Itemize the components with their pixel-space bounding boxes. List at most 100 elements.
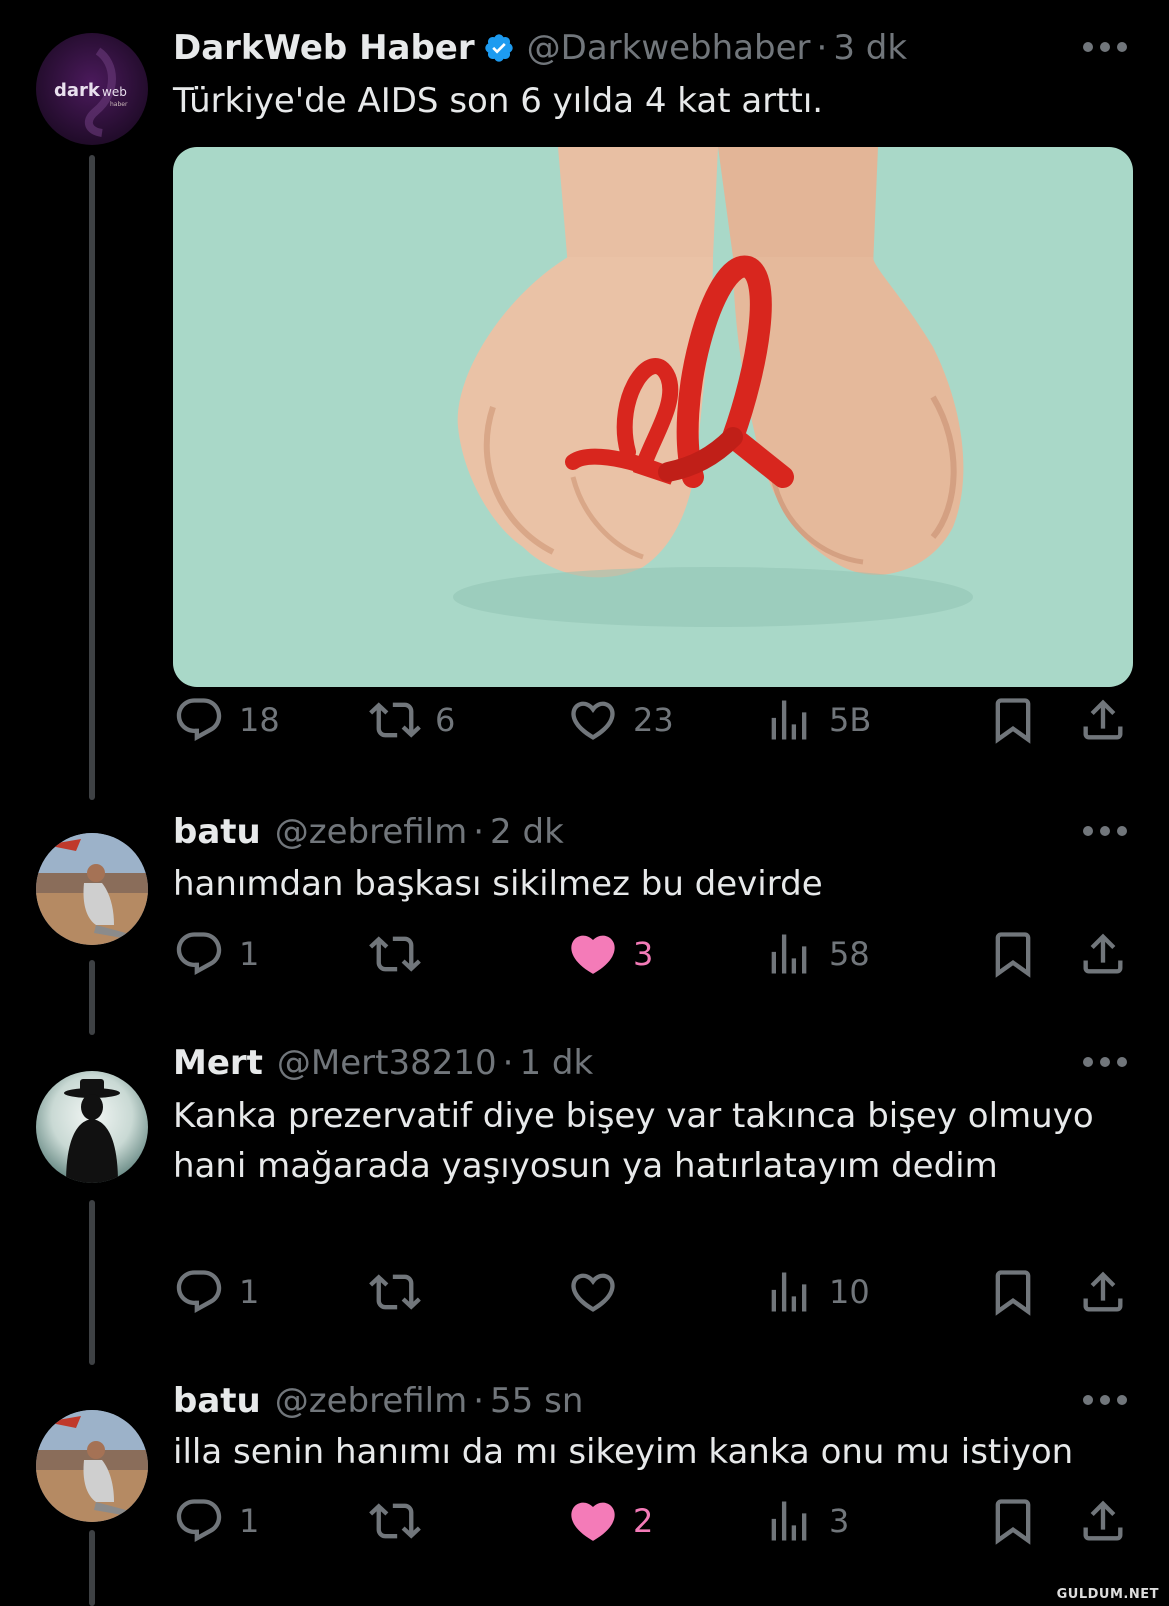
beach-person-avatar — [36, 1410, 148, 1522]
tweet[interactable]: batu @zebrefilm · 55 sn illa senin hanım… — [0, 1377, 1169, 1606]
more-icon[interactable] — [1083, 42, 1127, 54]
more-icon[interactable] — [1083, 1057, 1127, 1069]
user-handle[interactable]: @zebrefilm — [275, 1381, 467, 1421]
display-name[interactable]: batu — [173, 812, 261, 852]
views-count: 10 — [829, 1273, 870, 1311]
tweet[interactable]: batu @zebrefilm · 2 dk hanımdan başkası … — [0, 800, 1169, 1020]
watermark: GULDUM.NET — [1056, 1587, 1159, 1602]
separator-dot: · — [473, 1381, 485, 1421]
like-icon — [571, 1273, 615, 1312]
tweet-actions: 1 2 3 — [173, 1491, 1133, 1551]
more-icon[interactable] — [1083, 826, 1127, 838]
bookmark-button[interactable] — [987, 690, 1039, 750]
views-button[interactable]: 5B — [763, 690, 871, 750]
tweet-header: batu @zebrefilm · 2 dk — [173, 812, 564, 852]
tweet-text: Türkiye'de AIDS son 6 yılda 4 kat arttı. — [173, 81, 824, 121]
display-name[interactable]: DarkWeb Haber — [173, 28, 475, 68]
avatar[interactable] — [36, 1071, 148, 1183]
avatar[interactable]: dark web haber — [36, 33, 148, 145]
user-handle[interactable]: @Mert38210 — [277, 1043, 497, 1083]
tweet-text: Kanka prezervatif diye bişey var takınca… — [173, 1096, 1094, 1186]
share-icon — [1083, 933, 1123, 974]
like-count: 3 — [633, 935, 654, 973]
like-count: 2 — [633, 1502, 654, 1540]
bookmark-button[interactable] — [987, 1262, 1039, 1322]
tweet-header: Mert @Mert38210 · 1 dk — [173, 1043, 593, 1083]
svg-text:web: web — [102, 85, 127, 99]
reply-count: 1 — [239, 1273, 260, 1311]
like-button[interactable]: 23 — [567, 690, 674, 750]
reply-button[interactable]: 1 — [173, 1491, 259, 1551]
separator-dot: · — [473, 812, 485, 852]
bookmark-icon — [995, 932, 1031, 978]
share-button[interactable] — [1077, 1491, 1129, 1551]
timestamp[interactable]: 2 dk — [490, 812, 564, 852]
tweet-header: batu @zebrefilm · 55 sn — [173, 1381, 583, 1421]
reply-count: 1 — [239, 1502, 260, 1540]
tweet-image[interactable] — [173, 147, 1133, 687]
user-handle[interactable]: @Darkwebhaber — [527, 28, 811, 68]
views-icon — [771, 1501, 807, 1541]
retweet-icon — [369, 702, 421, 738]
tweet[interactable]: dark web haber DarkWeb Haber @Darkwebhab… — [0, 0, 1169, 790]
retweet-button[interactable] — [369, 1262, 421, 1322]
reply-button[interactable]: 1 — [173, 1262, 259, 1322]
views-button[interactable]: 3 — [763, 1491, 849, 1551]
retweet-icon — [369, 1274, 421, 1310]
like-filled-icon — [571, 935, 615, 974]
views-icon — [771, 700, 807, 740]
reply-icon — [176, 1499, 222, 1543]
bookmark-icon — [995, 1270, 1031, 1316]
reply-button[interactable]: 1 — [173, 924, 259, 984]
user-handle[interactable]: @zebrefilm — [275, 812, 467, 852]
silhouette-avatar — [36, 1071, 148, 1183]
display-name[interactable]: batu — [173, 1381, 261, 1421]
svg-text:dark: dark — [54, 80, 101, 101]
share-button[interactable] — [1077, 690, 1129, 750]
svg-text:haber: haber — [110, 101, 128, 108]
timestamp[interactable]: 1 dk — [519, 1043, 593, 1083]
share-button[interactable] — [1077, 924, 1129, 984]
more-icon[interactable] — [1083, 1395, 1127, 1407]
bookmark-icon — [995, 1499, 1031, 1545]
retweet-button[interactable] — [369, 1491, 421, 1551]
like-filled-icon — [571, 1502, 615, 1541]
separator-dot: · — [816, 28, 828, 68]
like-button[interactable]: 2 — [567, 1491, 653, 1551]
share-button[interactable] — [1077, 1262, 1129, 1322]
separator-dot: · — [502, 1043, 514, 1083]
views-icon — [771, 1272, 807, 1312]
avatar[interactable] — [36, 833, 148, 945]
display-name[interactable]: Mert — [173, 1043, 263, 1083]
tweet-actions: 1 10 — [173, 1262, 1133, 1322]
reply-icon — [176, 1270, 222, 1314]
retweet-icon — [369, 936, 421, 972]
avatar[interactable] — [36, 1410, 148, 1522]
share-icon — [1083, 1500, 1123, 1541]
like-button[interactable] — [567, 1262, 619, 1322]
tweet-text: illa senin hanımı da mı sikeyim kanka on… — [173, 1432, 1074, 1472]
reply-icon — [176, 932, 222, 976]
bookmark-button[interactable] — [987, 1491, 1039, 1551]
tweet[interactable]: Mert @Mert38210 · 1 dk Kanka prezervatif… — [0, 1038, 1169, 1358]
retweet-button[interactable]: 6 — [369, 690, 455, 750]
reply-button[interactable]: 18 — [173, 690, 280, 750]
timestamp[interactable]: 3 dk — [833, 28, 907, 68]
tweet-actions: 18 6 23 5B — [173, 690, 1133, 750]
views-count: 3 — [829, 1502, 850, 1540]
views-button[interactable]: 10 — [763, 1262, 870, 1322]
share-icon — [1083, 699, 1123, 740]
like-count: 23 — [633, 701, 674, 739]
bookmark-button[interactable] — [987, 924, 1039, 984]
retweet-icon — [369, 1503, 421, 1539]
verified-icon — [484, 34, 513, 62]
views-button[interactable]: 58 — [763, 924, 870, 984]
darkweb-logo-icon: dark web haber — [36, 33, 148, 145]
like-button[interactable]: 3 — [567, 924, 653, 984]
views-count: 5B — [829, 701, 872, 739]
retweet-button[interactable] — [369, 924, 421, 984]
hands-ribbon-image — [173, 147, 1133, 687]
share-icon — [1083, 1271, 1123, 1312]
timestamp[interactable]: 55 sn — [490, 1381, 583, 1421]
views-count: 58 — [829, 935, 870, 973]
